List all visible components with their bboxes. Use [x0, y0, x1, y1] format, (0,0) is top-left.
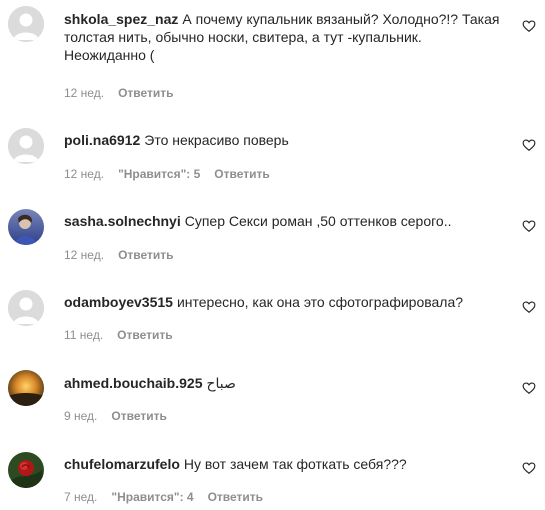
- comment-text: Ну вот зачем так фоткать себя???: [183, 456, 407, 472]
- comment-text: интересно, как она это сфотографировала?: [176, 294, 464, 310]
- heart-icon[interactable]: [522, 461, 536, 475]
- comment-username[interactable]: chufelomarzufelo: [64, 456, 180, 472]
- photo-avatar-rose: [8, 452, 44, 488]
- comment-text: Это некрасиво поверь: [144, 132, 289, 148]
- comment-meta: 12 нед. Ответить: [64, 248, 188, 262]
- avatar[interactable]: [8, 128, 44, 164]
- heart-icon[interactable]: [522, 19, 536, 33]
- reply-button[interactable]: Ответить: [208, 490, 263, 504]
- avatar[interactable]: [8, 290, 44, 326]
- heart-icon[interactable]: [522, 300, 536, 314]
- comment-meta: 12 нед. "Нравится": 5 Ответить: [64, 167, 284, 181]
- comment-time[interactable]: 12 нед.: [64, 248, 104, 262]
- reply-button[interactable]: Ответить: [118, 86, 173, 100]
- comment-body: odamboyev3515 интересно, как она это сфот…: [64, 293, 504, 311]
- comment-username[interactable]: poli.na6912: [64, 132, 140, 148]
- comment-username[interactable]: ahmed.bouchaib.925: [64, 375, 202, 391]
- default-avatar-icon: [8, 290, 44, 326]
- reply-button[interactable]: Ответить: [214, 167, 269, 181]
- comment-time[interactable]: 12 нед.: [64, 86, 104, 100]
- comment-meta: 12 нед. Ответить: [64, 86, 188, 100]
- comment-meta: 11 нед. Ответить: [64, 328, 187, 342]
- avatar[interactable]: [8, 452, 44, 488]
- comment-body: shkola_spez_naz А почему купальник вязаны…: [64, 10, 504, 64]
- reply-button[interactable]: Ответить: [118, 248, 173, 262]
- comment-text: صباح: [206, 375, 236, 391]
- comment-text: Супер Секси роман ,50 оттенков серого..: [184, 213, 452, 229]
- comment-body: poli.na6912 Это некрасиво поверь: [64, 131, 504, 149]
- avatar[interactable]: [8, 370, 44, 406]
- default-avatar-icon: [8, 6, 44, 42]
- reply-button[interactable]: Ответить: [117, 328, 172, 342]
- reply-button[interactable]: Ответить: [111, 409, 166, 423]
- comment-meta: 7 нед. "Нравится": 4 Ответить: [64, 490, 277, 504]
- comment-time[interactable]: 12 нед.: [64, 167, 104, 181]
- heart-icon[interactable]: [522, 219, 536, 233]
- default-avatar-icon: [8, 128, 44, 164]
- heart-icon[interactable]: [522, 381, 536, 395]
- comment-body: ahmed.bouchaib.925 صباح: [64, 374, 504, 392]
- comment-body: sasha.solnechnyi Супер Секси роман ,50 от…: [64, 212, 504, 230]
- comment-body: chufelomarzufelo Ну вот зачем так фоткать…: [64, 455, 504, 473]
- comment-username[interactable]: shkola_spez_naz: [64, 11, 178, 27]
- avatar[interactable]: [8, 209, 44, 245]
- avatar[interactable]: [8, 6, 44, 42]
- likes-count[interactable]: "Нравится": 5: [118, 167, 200, 181]
- comment-meta: 9 нед. Ответить: [64, 409, 181, 423]
- comment-time[interactable]: 11 нед.: [64, 328, 103, 342]
- comment-username[interactable]: sasha.solnechnyi: [64, 213, 181, 229]
- photo-avatar-sunset: [8, 370, 44, 406]
- likes-count[interactable]: "Нравится": 4: [111, 490, 193, 504]
- photo-avatar-blue: [8, 209, 44, 245]
- comment-username[interactable]: odamboyev3515: [64, 294, 173, 310]
- comment-time[interactable]: 9 нед.: [64, 409, 97, 423]
- heart-icon[interactable]: [522, 138, 536, 152]
- comment-time[interactable]: 7 нед.: [64, 490, 97, 504]
